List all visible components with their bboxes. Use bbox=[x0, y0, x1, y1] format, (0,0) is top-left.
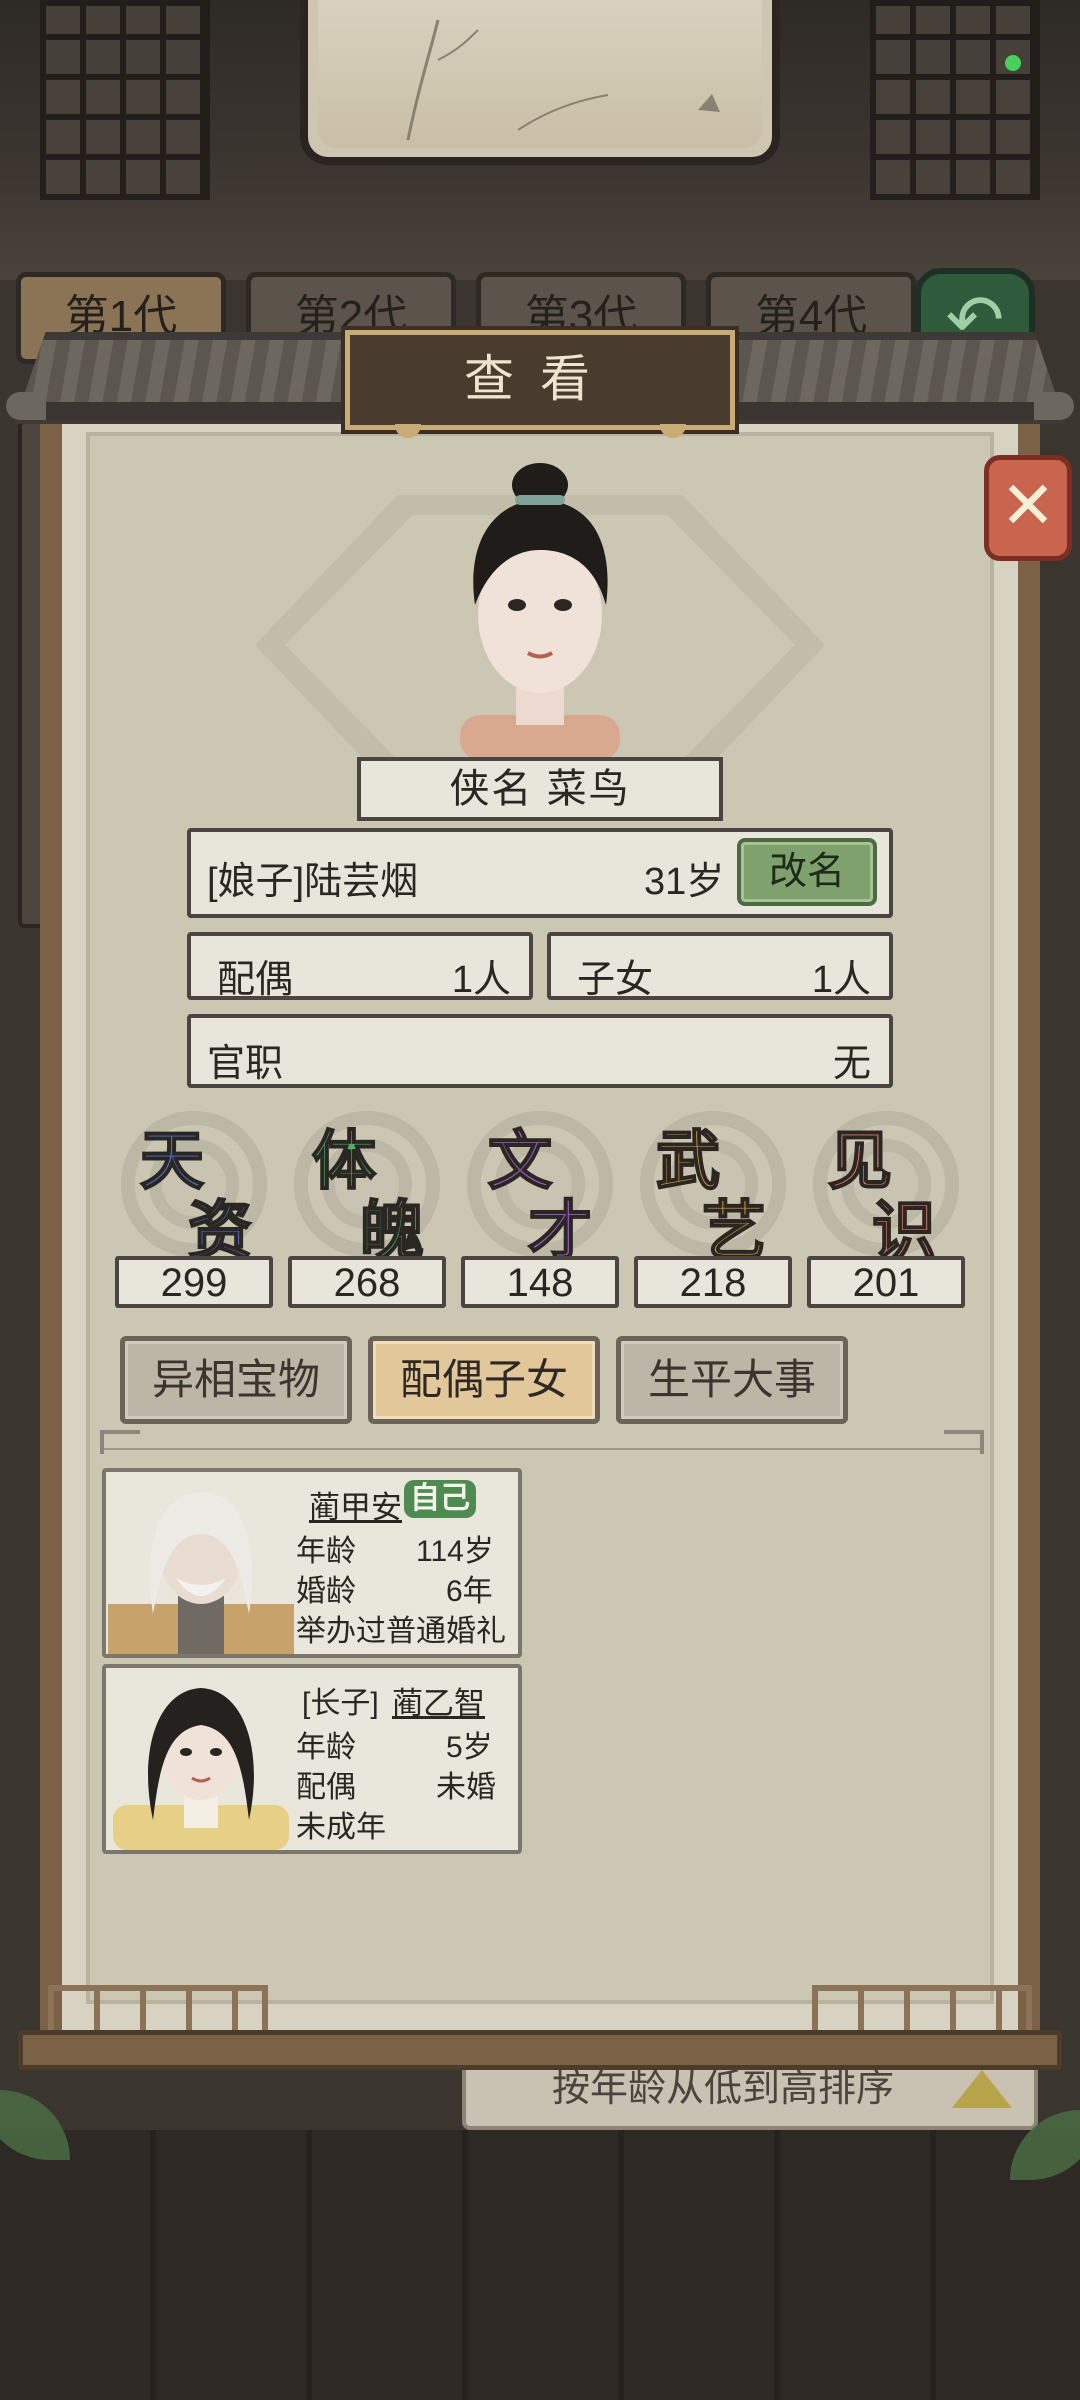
stat-insight-value: 201 bbox=[807, 1256, 965, 1308]
member-wedding-note: 举办过普通婚礼 bbox=[296, 1615, 506, 1648]
alias-plate: 侠名 菜鸟 bbox=[357, 757, 723, 821]
window-lattice-left bbox=[40, 0, 210, 200]
tab-treasures[interactable]: 异相宝物 bbox=[120, 1336, 352, 1424]
member-name-child[interactable]: 蔺乙智 bbox=[392, 1678, 485, 1723]
tab-life-events[interactable]: 生平大事 bbox=[616, 1336, 848, 1424]
panel-bottom-rail bbox=[18, 2030, 1062, 2070]
office-label: 官职 bbox=[207, 1043, 284, 1085]
status-indicator bbox=[1005, 55, 1021, 71]
stat-literacy-value: 148 bbox=[461, 1256, 619, 1308]
child-age-value: 5岁 bbox=[446, 1731, 493, 1764]
background-floor bbox=[0, 2130, 1080, 2400]
spouse-label: 配偶 bbox=[217, 959, 294, 1001]
spouse-row: 配偶 1人 bbox=[187, 932, 533, 1001]
member-portrait-self bbox=[108, 1474, 294, 1654]
member-name-self[interactable]: 蔺甲安 bbox=[309, 1482, 402, 1527]
spouse-count: 1人 bbox=[451, 959, 511, 1001]
member-card-child[interactable]: [长子] 蔺乙智 年龄 5岁 配偶 未婚 未成年 bbox=[102, 1664, 522, 1854]
roof-end-left bbox=[6, 392, 46, 420]
rename-button[interactable]: 改名 bbox=[737, 838, 877, 906]
child-maturity-note: 未成年 bbox=[296, 1811, 386, 1844]
divider-deco-left bbox=[100, 1430, 140, 1454]
stat-talent-value: 299 bbox=[115, 1256, 273, 1308]
member-marriage-age-value: 6年 bbox=[446, 1575, 493, 1608]
member-marriage-age-label: 婚龄 bbox=[296, 1575, 356, 1608]
close-button[interactable]: ✕ bbox=[984, 455, 1072, 561]
children-label: 子女 bbox=[577, 959, 654, 1001]
panel-title: 查看 bbox=[345, 330, 735, 430]
character-name: [娘子]陆芸烟 bbox=[207, 861, 419, 903]
member-card-self[interactable]: 蔺甲安 自己 年龄 114岁 婚龄 6年 举办过普通婚礼 bbox=[102, 1468, 522, 1658]
self-badge: 自己 bbox=[404, 1480, 476, 1518]
section-divider bbox=[100, 1448, 980, 1450]
member-age-label: 年龄 bbox=[296, 1535, 356, 1568]
wall-painting bbox=[318, 0, 762, 148]
stat-physique-value: 268 bbox=[288, 1256, 446, 1308]
window-lattice-right bbox=[870, 0, 1040, 200]
bottom-rail-deco-left bbox=[48, 1985, 268, 2033]
child-spouse-label: 配偶 bbox=[296, 1771, 356, 1804]
roof-end-right bbox=[1034, 392, 1074, 420]
office-row: 官职 无 bbox=[187, 1014, 893, 1088]
sort-triangle-icon[interactable] bbox=[952, 2070, 1012, 2108]
child-age-label: 年龄 bbox=[296, 1731, 356, 1764]
stat-martial-value: 218 bbox=[634, 1256, 792, 1308]
child-spouse-value: 未婚 bbox=[436, 1771, 496, 1804]
member-relation-child: [长子] bbox=[302, 1687, 379, 1720]
tab-spouse-children[interactable]: 配偶子女 bbox=[368, 1336, 600, 1424]
close-x-icon: ✕ bbox=[1000, 468, 1056, 542]
children-count: 1人 bbox=[811, 959, 871, 1001]
character-age: 31岁 bbox=[644, 861, 725, 903]
member-age-value: 114岁 bbox=[416, 1535, 494, 1568]
office-value: 无 bbox=[832, 1043, 871, 1085]
member-portrait-child bbox=[108, 1670, 294, 1850]
divider-deco-right bbox=[944, 1430, 984, 1454]
alias-label: 侠名 bbox=[449, 767, 534, 811]
bottom-rail-deco-right bbox=[812, 1985, 1032, 2033]
character-portrait bbox=[420, 455, 660, 760]
children-row: 子女 1人 bbox=[547, 932, 893, 1001]
alias-value: 菜鸟 bbox=[546, 767, 631, 811]
sort-label: 按年龄从低到高排序 bbox=[552, 2068, 895, 2110]
